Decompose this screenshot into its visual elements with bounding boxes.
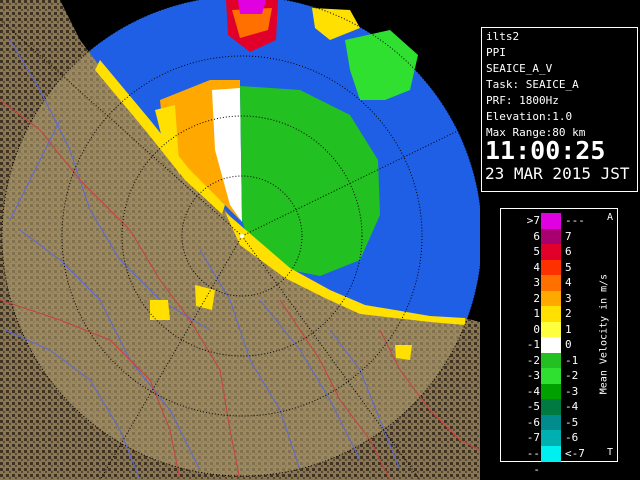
legend-swatch xyxy=(541,275,561,291)
legend-row-lower: --- xyxy=(526,446,540,476)
legend-row-lower: 0 xyxy=(533,322,540,336)
legend-row-upper: 4 xyxy=(565,276,572,289)
legend-row-lower: -3 xyxy=(526,369,540,382)
legend-row-upper: -3 xyxy=(565,384,579,398)
legend-row-upper: 6 xyxy=(565,245,572,258)
legend-swatch xyxy=(541,290,561,307)
legend-row-lower: -4 xyxy=(526,384,540,398)
scan-date: 23 MAR 2015 JST xyxy=(485,164,630,183)
legend-row-lower: 1 xyxy=(533,307,540,320)
legend-swatch xyxy=(541,259,561,276)
scan-mode: PPI xyxy=(486,46,506,59)
legend-row-upper: --- xyxy=(565,214,585,227)
legend-swatch xyxy=(541,383,561,400)
legend-row-upper: -5 xyxy=(565,415,579,429)
legend-swatch xyxy=(541,213,561,229)
legend-row-upper: -1 xyxy=(565,353,579,367)
legend-row-lower: 6 xyxy=(533,229,540,243)
legend-title: Mean Velocity in m/s xyxy=(597,229,611,439)
radar-site xyxy=(240,234,244,238)
info-panel: ilts2 PPI SEAICE_A_V Task: SEAICE_A PRF:… xyxy=(481,27,638,192)
legend-row-lower: 4 xyxy=(533,260,540,274)
legend-row-lower: -6 xyxy=(526,415,540,429)
legend-swatch xyxy=(541,445,561,462)
task-name: Task: SEAICE_A xyxy=(486,78,579,91)
legend-row-upper: 7 xyxy=(565,229,572,243)
legend-swatch xyxy=(541,337,561,353)
legend-row-upper: 0 xyxy=(565,338,572,351)
legend-row-upper: -4 xyxy=(565,400,579,413)
legend-row-upper: -6 xyxy=(565,431,579,444)
legend-swatch xyxy=(541,321,561,338)
legend-swatch xyxy=(541,430,561,446)
radar-ppi-map xyxy=(0,0,480,480)
legend-row-lower: 3 xyxy=(533,276,540,289)
station-name: ilts2 xyxy=(486,30,520,43)
legend-title-text: Mean Velocity in m/s xyxy=(598,273,610,395)
legend-swatch xyxy=(541,352,561,369)
legend-row-upper: -2 xyxy=(565,369,579,382)
legend-row-lower: 2 xyxy=(533,291,540,305)
legend-row-upper: 5 xyxy=(565,260,572,274)
legend-row-lower: 5 xyxy=(533,245,540,258)
legend-row-lower: -5 xyxy=(526,400,540,413)
legend-row-lower: -7 xyxy=(526,431,540,444)
prf-value: PRF: 1800Hz xyxy=(486,94,559,107)
scan-time: 11:00:25 xyxy=(485,136,606,165)
legend-swatch xyxy=(541,414,561,431)
legend-row-upper: 3 xyxy=(565,291,572,305)
legend-row: >7 --- xyxy=(501,213,617,229)
legend-row-upper: <-7 xyxy=(565,446,585,460)
legend-row-lower: -1 xyxy=(526,338,540,351)
velocity-legend: A T >7 --- 6 7 5 6 4 5 3 4 2 3 1 2 0 1 -1 0 -2 -1 -3 -2 -4 -3 -5… xyxy=(500,208,618,476)
legend-row: --- <-7 xyxy=(501,445,617,476)
legend-row-lower: -2 xyxy=(526,353,540,367)
product-name: SEAICE_A_V xyxy=(486,62,553,75)
legend-swatch xyxy=(541,399,561,415)
legend-row-upper: 1 xyxy=(565,322,572,336)
legend-swatch xyxy=(541,244,561,260)
legend-swatch xyxy=(541,368,561,384)
legend-row-upper: 2 xyxy=(565,307,572,320)
elevation-value: Elevation:1.0 xyxy=(486,110,573,123)
legend-swatch xyxy=(541,228,561,245)
legend-row-lower: >7 xyxy=(526,214,540,227)
legend-swatch xyxy=(541,306,561,322)
